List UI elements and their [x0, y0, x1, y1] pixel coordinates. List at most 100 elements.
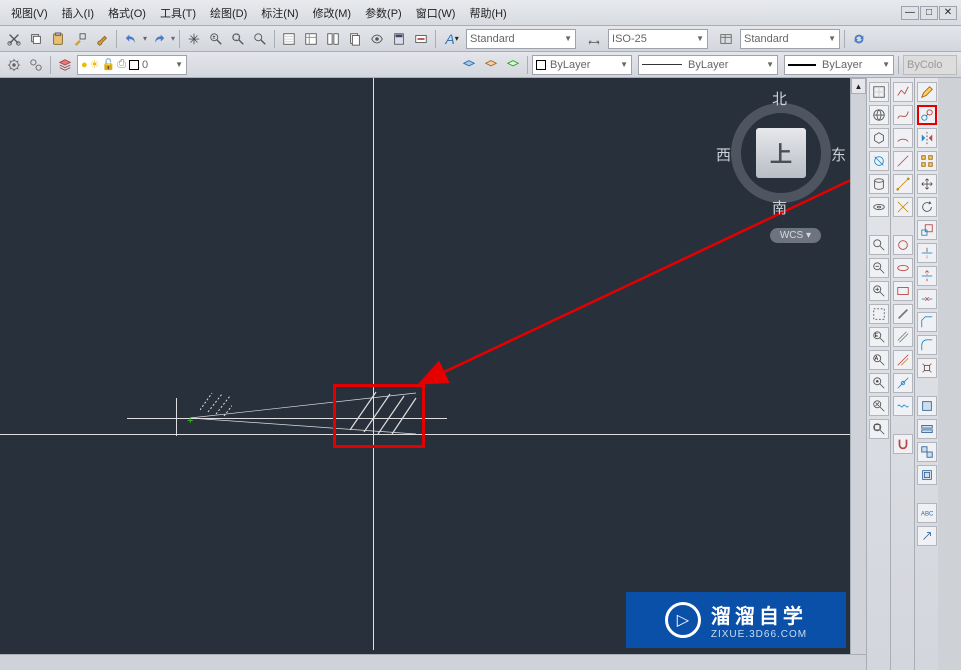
arrow-icon[interactable]: [917, 526, 937, 546]
menu-insert[interactable]: 插入(I): [55, 2, 101, 24]
zoom-win-icon[interactable]: [228, 29, 248, 49]
scroll-up-button[interactable]: ▲: [851, 78, 866, 94]
settings2-icon[interactable]: [26, 55, 46, 75]
pan-icon[interactable]: [184, 29, 204, 49]
polyline-icon[interactable]: [893, 82, 913, 102]
menu-window[interactable]: 窗口(W): [409, 2, 463, 24]
vertical-scrollbar[interactable]: ▲ ▼: [850, 78, 866, 670]
zoom3-icon[interactable]: [869, 281, 889, 301]
copy-icon[interactable]: [26, 29, 46, 49]
fillet-icon[interactable]: [917, 335, 937, 355]
markup-icon[interactable]: [367, 29, 387, 49]
sheet-set-icon[interactable]: [345, 29, 365, 49]
dsgn-ctr-icon[interactable]: [301, 29, 321, 49]
p3-icon[interactable]: [917, 442, 937, 462]
rect-icon[interactable]: [893, 281, 913, 301]
p1-icon[interactable]: [917, 396, 937, 416]
brush-icon[interactable]: [92, 29, 112, 49]
cylinder-icon[interactable]: [869, 174, 889, 194]
break-icon[interactable]: [917, 289, 937, 309]
props-icon[interactable]: [279, 29, 299, 49]
matchprop-icon[interactable]: [70, 29, 90, 49]
double-line-icon[interactable]: [893, 327, 913, 347]
menu-draw[interactable]: 绘图(D): [203, 2, 254, 24]
restore-button[interactable]: □: [920, 6, 938, 20]
refresh-icon[interactable]: [849, 29, 869, 49]
diag3-icon[interactable]: [893, 350, 913, 370]
zoom-rt-icon[interactable]: ±: [206, 29, 226, 49]
short-line-icon[interactable]: [893, 304, 913, 324]
viewcube-west[interactable]: 西: [716, 144, 731, 165]
spline-icon[interactable]: [893, 105, 913, 125]
text-style-dropdown[interactable]: Standard▼: [466, 29, 576, 49]
dash-icon[interactable]: [411, 29, 431, 49]
abc-icon[interactable]: ABC: [917, 503, 937, 523]
globe-icon[interactable]: [869, 105, 889, 125]
isoview-icon[interactable]: [869, 128, 889, 148]
tool-pal-icon[interactable]: [323, 29, 343, 49]
rotate-icon[interactable]: [917, 197, 937, 217]
diag4-icon[interactable]: [893, 373, 913, 393]
redo-icon[interactable]: [149, 29, 169, 49]
line-icon[interactable]: [893, 151, 913, 171]
viewcube-north[interactable]: 北: [772, 88, 787, 109]
mirror-icon[interactable]: [917, 128, 937, 148]
menu-help[interactable]: 帮助(H): [462, 2, 513, 24]
dim-style-dropdown[interactable]: ISO-25▼: [608, 29, 708, 49]
diagonal-icon[interactable]: [893, 174, 913, 194]
menu-modify[interactable]: 修改(M): [306, 2, 359, 24]
layer-prev-icon[interactable]: [459, 55, 479, 75]
intersect-icon[interactable]: [893, 197, 913, 217]
ellipse2-icon[interactable]: [893, 258, 913, 278]
p4-icon[interactable]: [917, 465, 937, 485]
zoom-prev-icon[interactable]: [250, 29, 270, 49]
calc-icon[interactable]: [389, 29, 409, 49]
table-style-dropdown[interactable]: Standard▼: [740, 29, 840, 49]
layer-state-icon[interactable]: [481, 55, 501, 75]
text-style-icon[interactable]: A▾: [440, 29, 464, 49]
copy-tool-icon[interactable]: [917, 105, 937, 125]
zoom9-icon[interactable]: [869, 419, 889, 439]
menu-tools[interactable]: 工具(T): [153, 2, 203, 24]
view-top-icon[interactable]: [869, 82, 889, 102]
circle-icon[interactable]: [893, 235, 913, 255]
viewcube-south[interactable]: 南: [772, 197, 787, 218]
linetype-dropdown[interactable]: ByLayer▼: [638, 55, 778, 75]
wcs-badge[interactable]: WCS ▾: [770, 228, 821, 243]
zoom5-icon[interactable]: E: [869, 327, 889, 347]
array-icon[interactable]: [917, 151, 937, 171]
layer-save-icon[interactable]: [503, 55, 523, 75]
zoom1-icon[interactable]: [869, 235, 889, 255]
minimize-button[interactable]: —: [901, 6, 919, 20]
paste-icon[interactable]: [48, 29, 68, 49]
move-icon[interactable]: [917, 174, 937, 194]
settings-icon[interactable]: [4, 55, 24, 75]
zoom4-icon[interactable]: [869, 304, 889, 324]
horizontal-scrollbar[interactable]: [0, 654, 866, 670]
trim-icon[interactable]: [917, 243, 937, 263]
wave-icon[interactable]: [893, 396, 913, 416]
arc-icon[interactable]: [893, 128, 913, 148]
drawing-canvas[interactable]: + 上 北 南 东 西 WCS ▾ ▲ ▼ ▷ 溜溜自学 ZIXUE: [0, 78, 866, 670]
layer-mgr-icon[interactable]: [55, 55, 75, 75]
viewcube-east[interactable]: 东: [831, 144, 846, 165]
table-style-icon[interactable]: [714, 29, 738, 49]
magnet-icon[interactable]: [893, 434, 913, 454]
zoom8-icon[interactable]: [869, 396, 889, 416]
hide-icon[interactable]: [869, 151, 889, 171]
close-button[interactable]: ✕: [939, 6, 957, 20]
pencil-icon[interactable]: [917, 82, 937, 102]
viewcube[interactable]: 上 北 南 东 西: [716, 88, 846, 218]
layer-dropdown[interactable]: ● ☀ 🔓 ⎙ 0 ▼: [77, 55, 187, 75]
menu-dim[interactable]: 标注(N): [254, 2, 305, 24]
menu-view[interactable]: 视图(V): [4, 2, 55, 24]
viewcube-top-face[interactable]: 上: [756, 128, 806, 178]
zoom2-icon[interactable]: [869, 258, 889, 278]
menu-param[interactable]: 参数(P): [358, 2, 409, 24]
zoom6-icon[interactable]: A: [869, 350, 889, 370]
cut-icon[interactable]: [4, 29, 24, 49]
undo-icon[interactable]: [121, 29, 141, 49]
explode-icon[interactable]: [917, 358, 937, 378]
menu-format[interactable]: 格式(O): [101, 2, 153, 24]
lineweight-dropdown[interactable]: ByLayer▼: [784, 55, 894, 75]
